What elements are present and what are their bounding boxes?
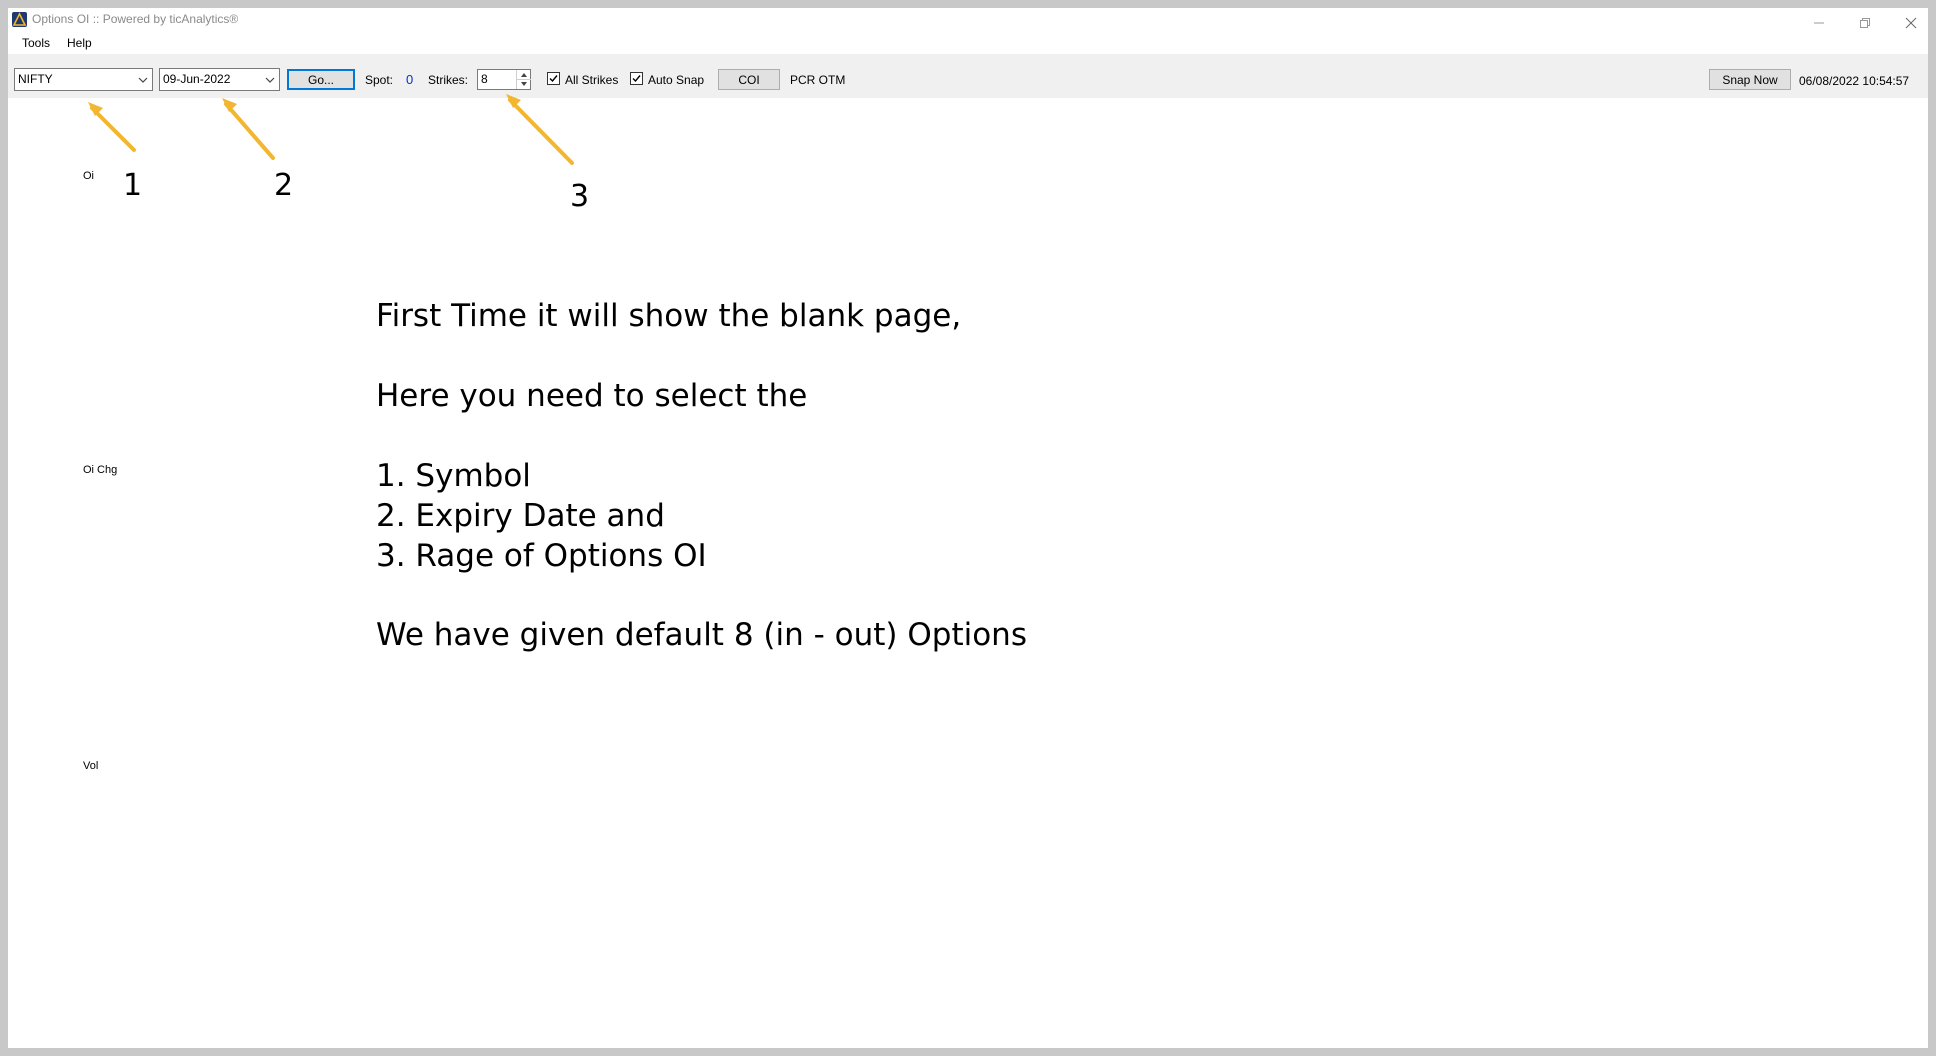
arrow-3-head xyxy=(506,94,521,108)
arrow-2-head xyxy=(222,98,237,112)
arrow-2 xyxy=(224,102,275,160)
annotation-number-1: 1 xyxy=(123,168,143,203)
arrow-1 xyxy=(90,106,136,152)
instruction-line-1: First Time it will show the blank page, xyxy=(376,298,962,334)
instruction-line-6: We have given default 8 (in - out) Optio… xyxy=(376,617,1027,653)
app-window: Options OI :: Powered by ticAnalytics® T… xyxy=(8,8,1928,1048)
instruction-line-3: 1. Symbol xyxy=(376,458,531,494)
annotation-number-3: 3 xyxy=(570,179,590,214)
arrow-1-head xyxy=(88,102,103,116)
annotation-arrows xyxy=(88,94,574,165)
instruction-line-2: Here you need to select the xyxy=(376,378,808,414)
instruction-line-5: 3. Rage of Options OI xyxy=(376,538,707,574)
instruction-line-4: 2. Expiry Date and xyxy=(376,498,665,534)
arrow-3 xyxy=(508,98,574,165)
annotation-number-2: 2 xyxy=(274,168,294,203)
